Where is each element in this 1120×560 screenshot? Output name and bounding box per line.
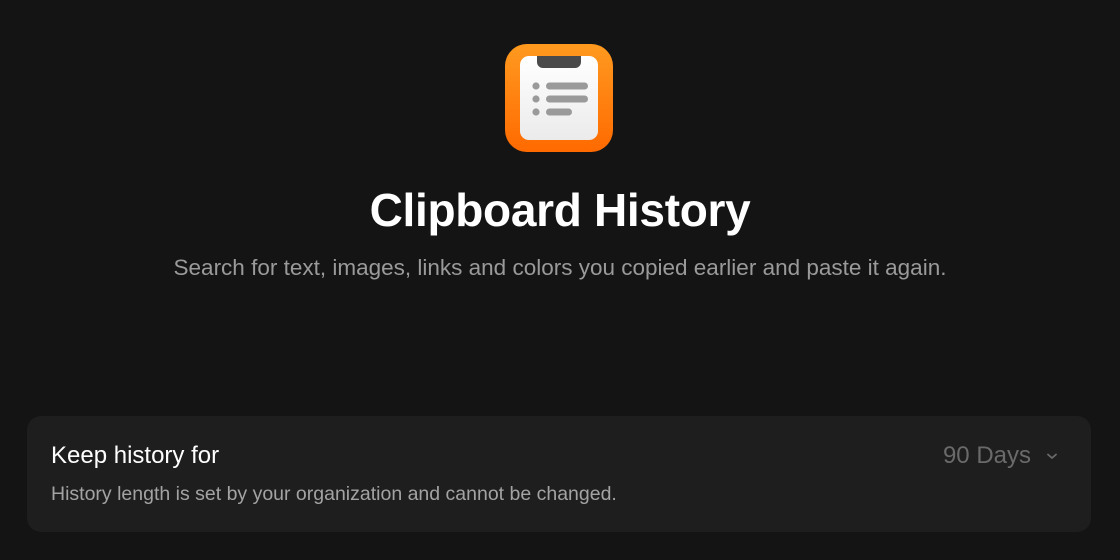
- clipboard-list-icon: [505, 44, 613, 152]
- keep-history-setting-card: Keep history for History length is set b…: [27, 416, 1091, 532]
- keep-history-description: History length is set by your organizati…: [51, 483, 617, 505]
- keep-history-label: Keep history for: [51, 442, 220, 469]
- chevron-down-icon: [1047, 453, 1057, 459]
- extension-subtitle: Search for text, images, links and color…: [173, 255, 947, 280]
- keep-history-dropdown[interactable]: 90 Days: [943, 438, 1059, 474]
- extension-title: Clipboard History: [369, 184, 751, 236]
- extension-onboarding-page: Clipboard History Search for text, image…: [0, 0, 1120, 560]
- keep-history-selected-value: 90 Days: [942, 442, 1031, 469]
